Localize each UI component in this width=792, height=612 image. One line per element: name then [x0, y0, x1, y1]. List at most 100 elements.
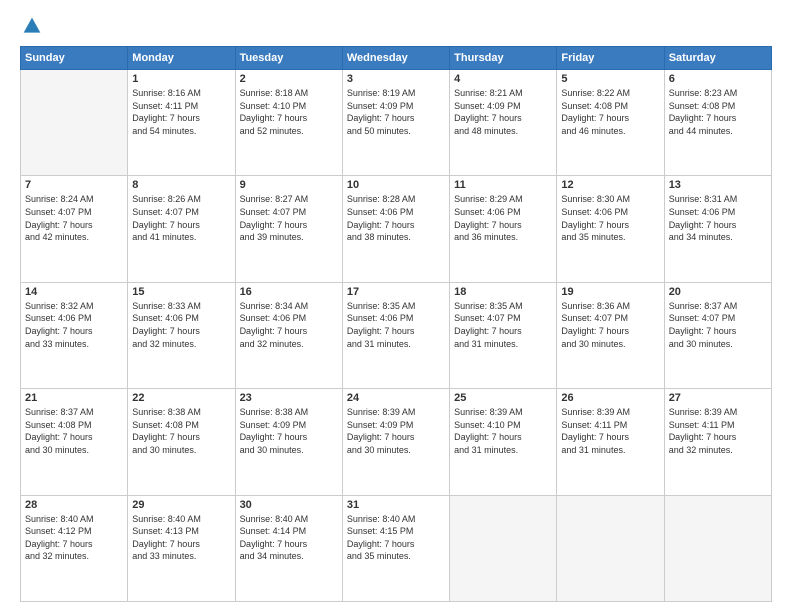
- day-number: 29: [132, 499, 230, 511]
- day-number: 22: [132, 392, 230, 404]
- col-header-monday: Monday: [128, 47, 235, 70]
- col-header-tuesday: Tuesday: [235, 47, 342, 70]
- col-header-thursday: Thursday: [450, 47, 557, 70]
- day-cell: 7 Sunrise: 8:24 AM Sunset: 4:07 PM Daylig…: [21, 176, 128, 282]
- day-cell: 30 Sunrise: 8:40 AM Sunset: 4:14 PM Dayli…: [235, 495, 342, 601]
- day-cell: [664, 495, 771, 601]
- day-cell: 1Sunrise: 8:16 AM Sunset: 4:11 PM Daylig…: [128, 70, 235, 176]
- day-number: 31: [347, 499, 445, 511]
- day-number: 19: [561, 286, 659, 298]
- day-info: Sunrise: 8:28 AM Sunset: 4:06 PM Dayligh…: [347, 193, 445, 243]
- day-number: 4: [454, 73, 552, 85]
- day-cell: 18 Sunrise: 8:35 AM Sunset: 4:07 PM Dayli…: [450, 282, 557, 388]
- day-number: 10: [347, 179, 445, 191]
- day-cell: [21, 70, 128, 176]
- col-header-sunday: Sunday: [21, 47, 128, 70]
- day-number: 26: [561, 392, 659, 404]
- day-info: Sunrise: 8:19 AM Sunset: 4:09 PM Dayligh…: [347, 87, 445, 137]
- day-cell: 6 Sunrise: 8:23 AM Sunset: 4:08 PM Daylig…: [664, 70, 771, 176]
- day-number: 11: [454, 179, 552, 191]
- day-info: Sunrise: 8:34 AM Sunset: 4:06 PM Dayligh…: [240, 300, 338, 350]
- page: SundayMondayTuesdayWednesdayThursdayFrid…: [0, 0, 792, 612]
- day-cell: 3 Sunrise: 8:19 AM Sunset: 4:09 PM Daylig…: [342, 70, 449, 176]
- day-cell: 12 Sunrise: 8:30 AM Sunset: 4:06 PM Dayli…: [557, 176, 664, 282]
- day-number: 15: [132, 286, 230, 298]
- day-info: Sunrise: 8:23 AM Sunset: 4:08 PM Dayligh…: [669, 87, 767, 137]
- day-cell: 29 Sunrise: 8:40 AM Sunset: 4:13 PM Dayli…: [128, 495, 235, 601]
- day-cell: 24 Sunrise: 8:39 AM Sunset: 4:09 PM Dayli…: [342, 389, 449, 495]
- logo-icon: [22, 16, 42, 36]
- day-info: Sunrise: 8:18 AM Sunset: 4:10 PM Dayligh…: [240, 87, 338, 137]
- week-row-1: 7 Sunrise: 8:24 AM Sunset: 4:07 PM Daylig…: [21, 176, 772, 282]
- day-cell: 4 Sunrise: 8:21 AM Sunset: 4:09 PM Daylig…: [450, 70, 557, 176]
- day-cell: 20Sunrise: 8:37 AM Sunset: 4:07 PM Dayli…: [664, 282, 771, 388]
- day-cell: [450, 495, 557, 601]
- day-number: 17: [347, 286, 445, 298]
- day-info: Sunrise: 8:30 AM Sunset: 4:06 PM Dayligh…: [561, 193, 659, 243]
- day-cell: 10 Sunrise: 8:28 AM Sunset: 4:06 PM Dayli…: [342, 176, 449, 282]
- day-cell: 17Sunrise: 8:35 AM Sunset: 4:06 PM Dayli…: [342, 282, 449, 388]
- day-cell: 25Sunrise: 8:39 AM Sunset: 4:10 PM Dayli…: [450, 389, 557, 495]
- day-cell: 23Sunrise: 8:38 AM Sunset: 4:09 PM Dayli…: [235, 389, 342, 495]
- day-info: Sunrise: 8:21 AM Sunset: 4:09 PM Dayligh…: [454, 87, 552, 137]
- day-number: 7: [25, 179, 123, 191]
- day-cell: 16Sunrise: 8:34 AM Sunset: 4:06 PM Dayli…: [235, 282, 342, 388]
- day-info: Sunrise: 8:39 AM Sunset: 4:09 PM Dayligh…: [347, 406, 445, 456]
- logo-text: [20, 16, 42, 36]
- day-number: 6: [669, 73, 767, 85]
- day-number: 2: [240, 73, 338, 85]
- day-cell: 13Sunrise: 8:31 AM Sunset: 4:06 PM Dayli…: [664, 176, 771, 282]
- day-info: Sunrise: 8:36 AM Sunset: 4:07 PM Dayligh…: [561, 300, 659, 350]
- day-number: 28: [25, 499, 123, 511]
- col-header-saturday: Saturday: [664, 47, 771, 70]
- calendar-header: SundayMondayTuesdayWednesdayThursdayFrid…: [21, 47, 772, 70]
- day-info: Sunrise: 8:40 AM Sunset: 4:15 PM Dayligh…: [347, 513, 445, 563]
- week-row-2: 14 Sunrise: 8:32 AM Sunset: 4:06 PM Dayli…: [21, 282, 772, 388]
- day-number: 27: [669, 392, 767, 404]
- day-info: Sunrise: 8:31 AM Sunset: 4:06 PM Dayligh…: [669, 193, 767, 243]
- day-number: 30: [240, 499, 338, 511]
- day-info: Sunrise: 8:38 AM Sunset: 4:09 PM Dayligh…: [240, 406, 338, 456]
- day-info: Sunrise: 8:33 AM Sunset: 4:06 PM Dayligh…: [132, 300, 230, 350]
- week-row-0: 1Sunrise: 8:16 AM Sunset: 4:11 PM Daylig…: [21, 70, 772, 176]
- day-info: Sunrise: 8:40 AM Sunset: 4:13 PM Dayligh…: [132, 513, 230, 563]
- day-number: 12: [561, 179, 659, 191]
- day-info: Sunrise: 8:27 AM Sunset: 4:07 PM Dayligh…: [240, 193, 338, 243]
- week-row-3: 21Sunrise: 8:37 AM Sunset: 4:08 PM Dayli…: [21, 389, 772, 495]
- day-info: Sunrise: 8:32 AM Sunset: 4:06 PM Dayligh…: [25, 300, 123, 350]
- day-number: 24: [347, 392, 445, 404]
- day-info: Sunrise: 8:26 AM Sunset: 4:07 PM Dayligh…: [132, 193, 230, 243]
- day-number: 21: [25, 392, 123, 404]
- day-number: 14: [25, 286, 123, 298]
- day-cell: 2 Sunrise: 8:18 AM Sunset: 4:10 PM Daylig…: [235, 70, 342, 176]
- day-info: Sunrise: 8:40 AM Sunset: 4:14 PM Dayligh…: [240, 513, 338, 563]
- col-header-friday: Friday: [557, 47, 664, 70]
- calendar-table: SundayMondayTuesdayWednesdayThursdayFrid…: [20, 46, 772, 602]
- day-cell: 15 Sunrise: 8:33 AM Sunset: 4:06 PM Dayli…: [128, 282, 235, 388]
- day-cell: 9 Sunrise: 8:27 AM Sunset: 4:07 PM Daylig…: [235, 176, 342, 282]
- day-info: Sunrise: 8:39 AM Sunset: 4:11 PM Dayligh…: [561, 406, 659, 456]
- col-header-wednesday: Wednesday: [342, 47, 449, 70]
- day-number: 8: [132, 179, 230, 191]
- day-info: Sunrise: 8:39 AM Sunset: 4:10 PM Dayligh…: [454, 406, 552, 456]
- day-info: Sunrise: 8:22 AM Sunset: 4:08 PM Dayligh…: [561, 87, 659, 137]
- day-number: 5: [561, 73, 659, 85]
- day-cell: 28Sunrise: 8:40 AM Sunset: 4:12 PM Dayli…: [21, 495, 128, 601]
- day-cell: 22 Sunrise: 8:38 AM Sunset: 4:08 PM Dayli…: [128, 389, 235, 495]
- day-info: Sunrise: 8:24 AM Sunset: 4:07 PM Dayligh…: [25, 193, 123, 243]
- day-cell: 21Sunrise: 8:37 AM Sunset: 4:08 PM Dayli…: [21, 389, 128, 495]
- day-cell: 31 Sunrise: 8:40 AM Sunset: 4:15 PM Dayli…: [342, 495, 449, 601]
- day-cell: 19 Sunrise: 8:36 AM Sunset: 4:07 PM Dayli…: [557, 282, 664, 388]
- day-cell: 27 Sunrise: 8:39 AM Sunset: 4:11 PM Dayli…: [664, 389, 771, 495]
- calendar-body: 1Sunrise: 8:16 AM Sunset: 4:11 PM Daylig…: [21, 70, 772, 602]
- day-cell: 14 Sunrise: 8:32 AM Sunset: 4:06 PM Dayli…: [21, 282, 128, 388]
- header: [20, 16, 772, 36]
- day-info: Sunrise: 8:35 AM Sunset: 4:07 PM Dayligh…: [454, 300, 552, 350]
- day-info: Sunrise: 8:39 AM Sunset: 4:11 PM Dayligh…: [669, 406, 767, 456]
- day-info: Sunrise: 8:38 AM Sunset: 4:08 PM Dayligh…: [132, 406, 230, 456]
- day-number: 18: [454, 286, 552, 298]
- day-cell: 8 Sunrise: 8:26 AM Sunset: 4:07 PM Daylig…: [128, 176, 235, 282]
- day-number: 9: [240, 179, 338, 191]
- day-number: 3: [347, 73, 445, 85]
- day-cell: 5 Sunrise: 8:22 AM Sunset: 4:08 PM Daylig…: [557, 70, 664, 176]
